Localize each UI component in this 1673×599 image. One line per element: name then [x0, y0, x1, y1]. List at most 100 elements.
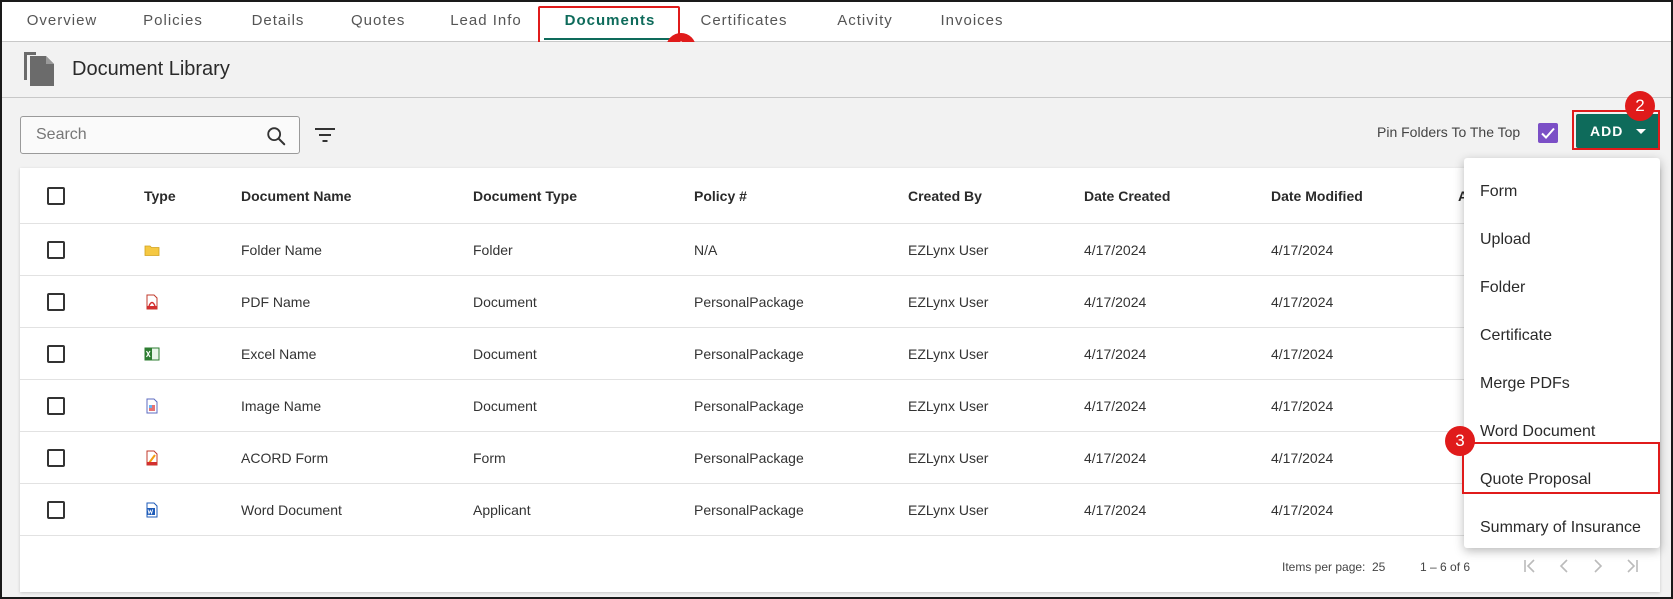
folder-icon	[144, 245, 160, 256]
library-header: Document Library	[2, 42, 1671, 98]
pdf-icon	[146, 294, 158, 310]
row-checkbox[interactable]	[47, 241, 65, 259]
row-checkbox[interactable]	[47, 449, 65, 467]
date-modified: 4/17/2024	[1271, 242, 1334, 258]
page-range: 1 – 6 of 6	[1420, 560, 1471, 574]
document-name[interactable]: Image Name	[241, 380, 321, 432]
tab-details[interactable]: Details	[251, 2, 305, 40]
word-icon	[146, 502, 158, 518]
pin-folders-checkbox[interactable]	[1538, 123, 1558, 143]
document-name[interactable]: Excel Name	[241, 328, 316, 380]
document-type: Document	[473, 294, 537, 310]
tab-certificates[interactable]: Certificates	[700, 2, 788, 40]
previous-page-icon[interactable]	[1554, 556, 1574, 576]
table-row[interactable]: ACORD Form Form PersonalPackage EZLynx U…	[20, 432, 1660, 484]
document-name[interactable]: ACORD Form	[241, 432, 328, 484]
created-by: EZLynx User	[908, 450, 989, 466]
document-type: Applicant	[473, 502, 531, 518]
menu-item-folder[interactable]: Folder	[1464, 264, 1660, 312]
excel-icon	[144, 347, 160, 361]
document-type: Folder	[473, 242, 513, 258]
policy-number: N/A	[694, 242, 718, 258]
documents-tab-highlight	[538, 6, 680, 44]
menu-item-form[interactable]: Form	[1464, 168, 1660, 216]
document-library-icon	[24, 52, 54, 86]
policy-number: PersonalPackage	[694, 502, 804, 518]
created-by: EZLynx User	[908, 294, 989, 310]
tab-lead-info[interactable]: Lead Info	[450, 2, 522, 40]
paginator: Items per page: 25 1 – 6 of 6	[20, 546, 1660, 586]
document-type: Document	[473, 346, 537, 362]
image-icon	[146, 398, 158, 414]
row-checkbox[interactable]	[47, 345, 65, 363]
table-row[interactable]: Excel Name Document PersonalPackage EZLy…	[20, 328, 1660, 380]
search-icon[interactable]	[265, 125, 287, 147]
date-created: 4/17/2024	[1084, 450, 1147, 466]
tab-overview[interactable]: Overview	[26, 2, 98, 40]
search-box	[20, 116, 300, 154]
row-checkbox[interactable]	[47, 501, 65, 519]
date-created: 4/17/2024	[1084, 242, 1147, 258]
column-header-document-type[interactable]: Document Type	[473, 168, 577, 224]
policy-number: PersonalPackage	[694, 398, 804, 414]
document-type: Document	[473, 398, 537, 414]
pin-folders-label: Pin Folders To The Top	[1377, 124, 1521, 140]
table-row[interactable]: Image Name Document PersonalPackage EZLy…	[20, 380, 1660, 432]
column-header-policy[interactable]: Policy #	[694, 168, 747, 224]
row-checkbox[interactable]	[47, 293, 65, 311]
callout-3: 3	[1445, 426, 1475, 456]
column-header-document-name[interactable]: Document Name	[241, 168, 351, 224]
column-header-date-created[interactable]: Date Created	[1084, 168, 1170, 224]
date-modified: 4/17/2024	[1271, 398, 1334, 414]
policy-number: PersonalPackage	[694, 294, 804, 310]
page-title: Document Library	[72, 58, 230, 80]
app-frame: Overview Policies Details Quotes Lead In…	[0, 0, 1673, 599]
tab-activity[interactable]: Activity	[836, 2, 894, 40]
select-all-checkbox[interactable]	[47, 187, 65, 205]
tab-policies[interactable]: Policies	[141, 2, 205, 40]
table-header-row: Type Document Name Document Type Policy …	[20, 168, 1660, 224]
created-by: EZLynx User	[908, 346, 989, 362]
created-by: EZLynx User	[908, 398, 989, 414]
policy-number: PersonalPackage	[694, 346, 804, 362]
search-input[interactable]	[21, 117, 251, 153]
date-created: 4/17/2024	[1084, 294, 1147, 310]
table-row[interactable]: PDF Name Document PersonalPackage EZLynx…	[20, 276, 1660, 328]
row-checkbox[interactable]	[47, 397, 65, 415]
column-header-date-modified[interactable]: Date Modified	[1271, 168, 1363, 224]
document-name[interactable]: PDF Name	[241, 276, 310, 328]
document-type: Form	[473, 450, 506, 466]
menu-item-certificate[interactable]: Certificate	[1464, 312, 1660, 360]
table-row[interactable]: Folder Name Folder N/A EZLynx User 4/17/…	[20, 224, 1660, 276]
items-per-page-select[interactable]: 25	[1372, 560, 1385, 574]
created-by: EZLynx User	[908, 502, 989, 518]
date-modified: 4/17/2024	[1271, 346, 1334, 362]
tab-invoices[interactable]: Invoices	[940, 2, 1004, 40]
quote-proposal-highlight	[1462, 442, 1660, 494]
menu-item-upload[interactable]: Upload	[1464, 216, 1660, 264]
filter-icon[interactable]	[314, 125, 336, 145]
table-row[interactable]: Word Document Applicant PersonalPackage …	[20, 484, 1660, 536]
menu-item-summary-of-insurance[interactable]: Summary of Insurance	[1464, 504, 1660, 552]
callout-2: 2	[1625, 91, 1655, 121]
last-page-icon[interactable]	[1622, 556, 1642, 576]
date-created: 4/17/2024	[1084, 398, 1147, 414]
next-page-icon[interactable]	[1588, 556, 1608, 576]
date-created: 4/17/2024	[1084, 502, 1147, 518]
policy-number: PersonalPackage	[694, 450, 804, 466]
date-modified: 4/17/2024	[1271, 502, 1334, 518]
date-modified: 4/17/2024	[1271, 450, 1334, 466]
documents-table: Type Document Name Document Type Policy …	[20, 168, 1660, 592]
menu-item-merge-pdfs[interactable]: Merge PDFs	[1464, 360, 1660, 408]
column-header-created-by[interactable]: Created By	[908, 168, 982, 224]
first-page-icon[interactable]	[1520, 556, 1540, 576]
tab-quotes[interactable]: Quotes	[351, 2, 405, 40]
tab-bar: Overview Policies Details Quotes Lead In…	[2, 2, 1671, 42]
date-created: 4/17/2024	[1084, 346, 1147, 362]
document-name[interactable]: Word Document	[241, 484, 342, 536]
check-icon	[1541, 127, 1555, 139]
acord-form-icon	[146, 450, 158, 466]
column-header-type[interactable]: Type	[144, 168, 176, 224]
date-modified: 4/17/2024	[1271, 294, 1334, 310]
document-name[interactable]: Folder Name	[241, 224, 322, 276]
